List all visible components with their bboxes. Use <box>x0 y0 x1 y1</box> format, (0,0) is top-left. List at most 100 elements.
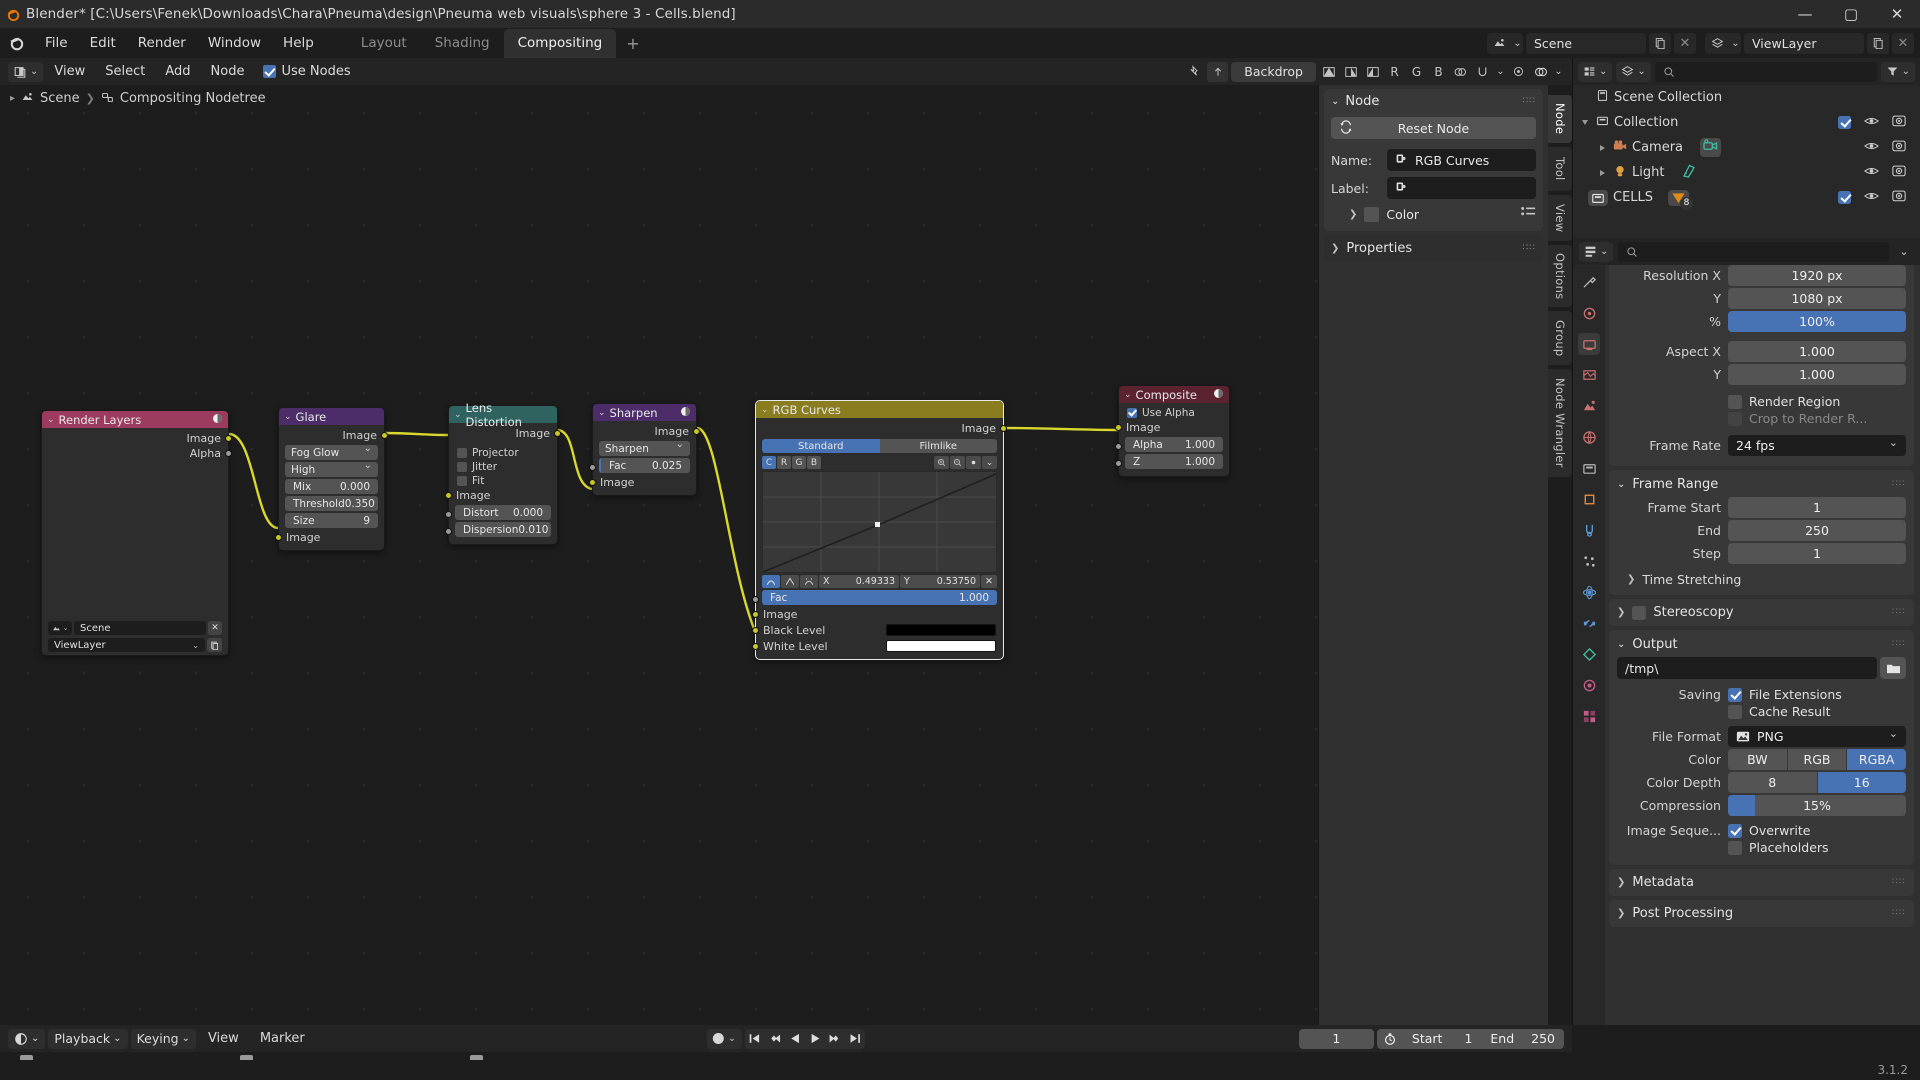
sidebar-tab-node[interactable]: Node <box>1548 95 1572 143</box>
sidebar-tab-options[interactable]: Options <box>1548 245 1572 307</box>
node-header[interactable]: ⌄ Glare <box>279 408 384 425</box>
post-processing-panel-header[interactable]: ❯ Post Processing ∷∷ <box>1609 900 1914 927</box>
frame-range-header[interactable]: ⌄ Frame Range ∷∷ <box>1617 474 1906 497</box>
node-section-header[interactable]: ⌄ Node ∷∷ <box>1331 94 1536 109</box>
zoom-in-icon[interactable] <box>934 456 949 469</box>
render-region-checkbox[interactable]: Render Region <box>1728 394 1840 409</box>
stereoscopy-panel-header[interactable]: ❯ Stereoscopy ∷∷ <box>1609 599 1914 626</box>
channel-r-button[interactable]: R <box>777 456 791 469</box>
keying-menu[interactable]: Keying ⌄ <box>130 1028 196 1049</box>
socket-image-out-icon[interactable] <box>1000 425 1007 432</box>
properties-tab-material[interactable] <box>1578 674 1600 696</box>
use-preview-range-icon[interactable] <box>1377 1032 1403 1046</box>
snap-toggle-icon[interactable] <box>1473 62 1492 82</box>
camera-render-icon[interactable] <box>1892 164 1906 181</box>
input-white-level[interactable]: White Level <box>752 638 1003 654</box>
eye-icon[interactable] <box>1863 190 1880 206</box>
resolution-y-field[interactable]: 1080 px <box>1728 288 1906 309</box>
backdrop-channel-r-button[interactable]: R <box>1385 62 1404 82</box>
node-render-layers[interactable]: ⌄ Render Layers Image Alpha ⌄ Scene ✕ Vi… <box>41 410 232 656</box>
unlink-scene-icon[interactable]: ✕ <box>208 621 222 635</box>
input-image[interactable]: Image <box>1115 420 1229 435</box>
properties-tab-texture[interactable] <box>1578 705 1600 727</box>
menu-render[interactable]: Render <box>127 32 197 54</box>
socket-image-in-icon[interactable] <box>1115 424 1122 431</box>
jitter-checkbox[interactable]: Jitter <box>449 460 557 474</box>
expand-triangle-icon[interactable] <box>1596 169 1608 176</box>
outliner-row-collection[interactable]: Collection <box>1573 110 1920 135</box>
output-image[interactable]: Image <box>593 424 700 439</box>
output-header[interactable]: ⌄ Output ∷∷ <box>1617 634 1906 657</box>
glare-mix-field[interactable]: Mix 0.000 <box>285 479 378 494</box>
sidebar-tab-view[interactable]: View <box>1548 195 1572 241</box>
alpha-field[interactable]: Alpha 1.000 <box>1125 437 1223 452</box>
input-image[interactable]: Image <box>752 607 1003 622</box>
scene-browse-icon[interactable]: ⌄ <box>48 621 72 635</box>
node-header[interactable]: ⌄ Render Layers <box>42 411 228 428</box>
node-sharpen[interactable]: ⌄ Sharpen Image Sharpen Fac 0.025 <box>589 403 700 496</box>
menu-edit[interactable]: Edit <box>79 32 127 54</box>
time-stretching-header[interactable]: ❯ Time Stretching <box>1617 566 1906 587</box>
minimize-button[interactable]: — <box>1782 0 1828 28</box>
properties-tab-render[interactable] <box>1578 302 1600 324</box>
node-header[interactable]: ⌄ Sharpen <box>593 404 696 421</box>
color-mode-rgb[interactable]: RGB <box>1787 749 1847 770</box>
start-frame-field[interactable]: Start 1 <box>1403 1031 1481 1046</box>
chevron-down-icon[interactable]: ⌄ <box>284 412 292 422</box>
expand-triangle-icon[interactable] <box>1596 144 1608 151</box>
socket-image-out-icon[interactable] <box>225 435 232 442</box>
new-viewlayer-button[interactable] <box>1867 32 1889 54</box>
properties-tab-collection[interactable] <box>1578 457 1600 479</box>
resolution-percent-field[interactable]: 100% <box>1728 311 1906 332</box>
color-mode-selector[interactable]: BW RGB RGBA <box>1728 749 1906 770</box>
properties-search-input[interactable] <box>1618 241 1889 262</box>
file-extensions-checkbox[interactable]: File Extensions <box>1728 687 1842 702</box>
proportional-edit-icon[interactable] <box>1509 62 1528 82</box>
sidebar-tab-group[interactable]: Group <box>1548 311 1572 365</box>
display-mode-dropdown[interactable]: ⌄ <box>1616 61 1651 82</box>
timeline-menu-view[interactable]: View <box>199 1029 248 1048</box>
outliner-row-cells[interactable]: CELLS 8 <box>1573 185 1920 210</box>
frame-start-field[interactable]: 1 <box>1728 497 1906 518</box>
socket-image-in-icon[interactable] <box>752 611 759 618</box>
node-header[interactable]: ⌄ RGB Curves <box>756 401 1003 418</box>
dispersion-field[interactable]: Dispersion 0.010 <box>455 522 551 537</box>
socket-image-in-icon[interactable] <box>275 534 282 541</box>
socket-image-out-icon[interactable] <box>554 430 561 437</box>
output-path-input[interactable]: /tmp\ <box>1617 657 1877 679</box>
distort-field[interactable]: Distort 0.000 <box>455 505 551 520</box>
timeline-menu-marker[interactable]: Marker <box>251 1029 314 1048</box>
curve-widget[interactable] <box>762 471 997 573</box>
node-label-input[interactable] <box>1387 177 1536 199</box>
socket-alpha-in-icon[interactable] <box>1115 443 1122 450</box>
input-black-level[interactable]: Black Level <box>752 622 1003 638</box>
editor-type-selector[interactable]: ⌄ <box>1578 61 1613 82</box>
exclude-checkbox-icon[interactable] <box>1838 116 1851 129</box>
compression-slider[interactable]: 15% <box>1728 795 1906 816</box>
properties-tab-constraints[interactable] <box>1578 612 1600 634</box>
chevron-right-icon[interactable]: ❯ <box>1617 607 1625 618</box>
close-button[interactable]: ✕ <box>1874 0 1920 28</box>
backdrop-toggle-button[interactable]: Backdrop <box>1231 61 1316 82</box>
editor-type-selector[interactable]: ⌄ <box>8 61 44 82</box>
menu-window[interactable]: Window <box>197 32 272 54</box>
auto-handle-icon[interactable] <box>800 575 818 588</box>
prev-keyframe-icon[interactable] <box>765 1029 785 1049</box>
blender-menu-icon[interactable] <box>0 34 34 52</box>
viewlayer-name-field[interactable]: ViewLayer <box>1744 32 1864 54</box>
color-depth-selector[interactable]: 8 16 <box>1728 772 1906 793</box>
input-image[interactable]: Image <box>275 530 384 545</box>
workspace-tab-shading[interactable]: Shading <box>421 29 504 58</box>
workspace-tab-compositing[interactable]: Compositing <box>503 29 617 58</box>
properties-tab-physics[interactable] <box>1578 581 1600 603</box>
chevron-down-icon[interactable]: ⌄ <box>1617 479 1625 490</box>
stereoscopy-checkbox-icon[interactable] <box>1632 605 1647 620</box>
file-format-dropdown[interactable]: PNG <box>1728 726 1906 747</box>
node-composite[interactable]: ⌄ Composite Use Alpha Image Alpha 1.000 … <box>1115 385 1230 477</box>
end-frame-field[interactable]: End 250 <box>1481 1031 1564 1046</box>
node-name-input[interactable]: RGB Curves <box>1387 149 1536 171</box>
zoom-out-icon[interactable] <box>950 456 965 469</box>
placeholders-checkbox[interactable]: Placeholders <box>1728 840 1829 855</box>
frame-end-field[interactable]: 250 <box>1728 520 1906 541</box>
output-image[interactable]: Image <box>42 431 232 446</box>
